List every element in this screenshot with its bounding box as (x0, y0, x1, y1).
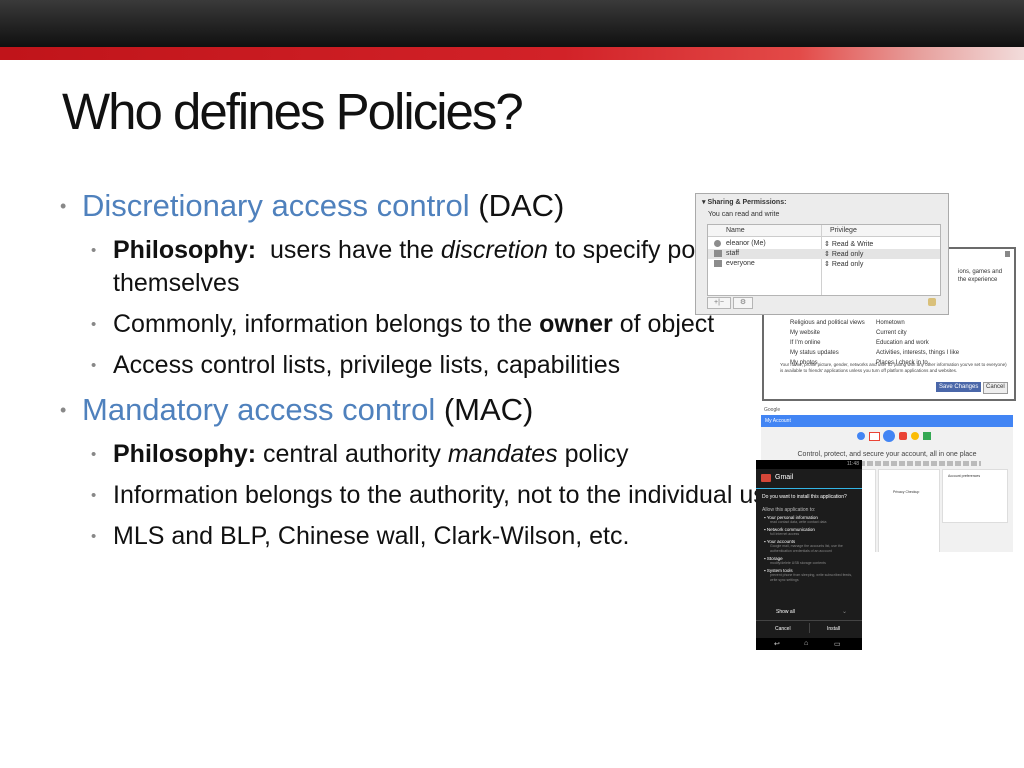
save-changes-button[interactable]: Save Changes (936, 382, 982, 392)
android-install-screenshot: 11:48 Gmail Do you want to install this … (756, 460, 862, 650)
lock-icon[interactable] (928, 298, 936, 306)
bullet-icon: • (91, 446, 97, 463)
user-icon (714, 240, 721, 247)
cancel-install-button[interactable]: Cancel (775, 626, 791, 632)
table-row[interactable]: everyone ⇕ Read only (708, 259, 940, 269)
chevron-down-icon[interactable]: ⌄ (842, 608, 847, 615)
dac-term: Discretionary access control (82, 188, 470, 223)
dac-acl: • Access control lists, privilege lists,… (58, 349, 778, 382)
mac-term: Mandatory access control (82, 392, 436, 427)
group-icon (714, 250, 722, 257)
bullet-icon: • (91, 357, 97, 374)
gmail-icon (761, 474, 771, 482)
bullet-icon: • (91, 528, 97, 545)
bullet-icon: • (60, 196, 67, 216)
show-all-toggle[interactable]: Show all (776, 609, 795, 615)
lock-icon (1005, 251, 1010, 257)
dac-abbr: (DAC) (478, 188, 565, 223)
table-row[interactable]: eleanor (Me) ⇕ Read & Write (708, 239, 940, 249)
header-bar (0, 0, 1024, 47)
bullet-list: • Discretionary access control (DAC) • P… (58, 186, 800, 561)
google-product-icons (847, 429, 941, 443)
table-row[interactable]: staff ⇕ Read only (708, 249, 940, 259)
disclosure-triangle-icon: ▾ (702, 199, 706, 206)
card-privacy-checkup[interactable]: Privacy Checkup (878, 469, 940, 552)
bullet-icon: • (91, 487, 97, 504)
card-account-preferences[interactable]: Account preferences (942, 469, 1008, 523)
cancel-button[interactable]: Cancel (983, 382, 1008, 394)
dac-philosophy: • Philosophy: users have the discretion … (91, 236, 732, 297)
home-icon[interactable]: ⌂ (804, 640, 808, 647)
mac-abbr: (MAC) (443, 392, 534, 427)
bullet-icon: • (60, 400, 67, 420)
everyone-icon (714, 260, 722, 267)
mac-permissions-screenshot: ▾ Sharing & Permissions: You can read an… (695, 193, 949, 315)
dac-owner: • Commonly, information belongs to the o… (58, 308, 778, 341)
bullet-icon: • (91, 242, 97, 259)
mac-models: • MLS and BLP, Chinese wall, Clark-Wilso… (58, 520, 778, 553)
dac-bullet: • Discretionary access control (DAC) (58, 186, 778, 226)
mac-bullet: • Mandatory access control (MAC) (58, 390, 778, 430)
slide-title: Who defines Policies? (62, 83, 524, 140)
add-remove-buttons[interactable]: +|− (707, 297, 731, 309)
mac-authority: • Information belongs to the authority, … (58, 479, 800, 512)
mac-philosophy: • Philosophy: central authority mandates… (58, 438, 778, 471)
gear-icon[interactable]: ⚙ (733, 297, 753, 309)
header-accent-stripe (0, 47, 1024, 60)
bullet-icon: • (91, 316, 97, 333)
google-logo: Google (764, 407, 781, 413)
install-button[interactable]: Install (827, 626, 840, 632)
back-icon[interactable]: ↩ (774, 640, 780, 648)
recents-icon[interactable]: ▭ (834, 640, 841, 648)
